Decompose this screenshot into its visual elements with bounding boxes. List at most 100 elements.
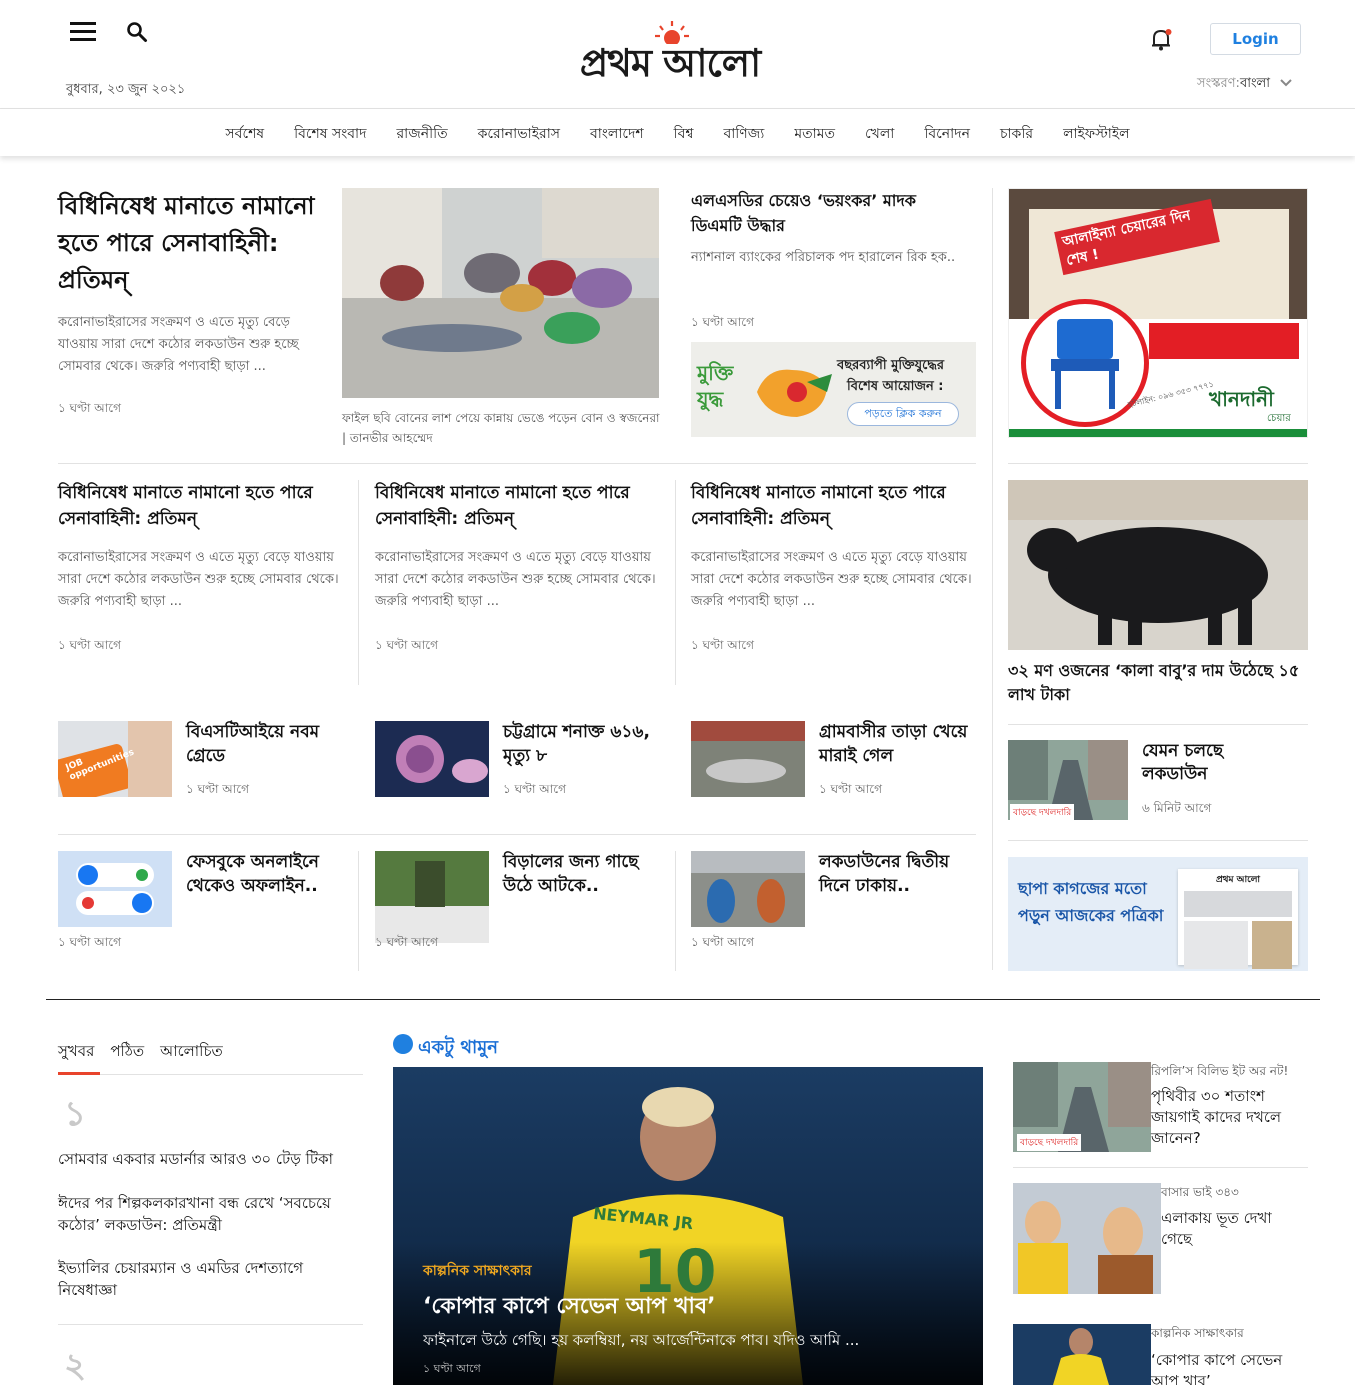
tab-alochito[interactable]: আলোচিত (160, 1040, 223, 1065)
nav-item-7[interactable]: মতামত (794, 122, 835, 146)
featured-time: ১ ঘণ্টা আগে (423, 1362, 481, 1375)
section-dot-icon (393, 1034, 413, 1054)
basar-bhai-kicker: বাসার ভাই ৩৪৩ (1161, 1185, 1239, 1199)
epaper-thumbnail: প্রথম আলো (1178, 869, 1298, 969)
story-headline[interactable]: বিএসটিআইয়ে নবম গ্রেডে (186, 720, 336, 768)
featured-card[interactable]: NEYMAR JR 10 কাল্পনিক সাক্ষাৎকার ‘কোপার … (393, 1067, 983, 1385)
story-time: ১ ঘণ্টা আগে (375, 638, 438, 652)
story-headline[interactable]: ফেসবুকে অনলাইনে থেকেও অফলাইন.. (186, 850, 336, 898)
logo-text: প্রথম আলো (579, 41, 761, 85)
ripley-headline[interactable]: পৃথিবীর ৩০ শতাংশ জায়গাই কাদের দখলে জানে… (1151, 1086, 1306, 1149)
lead-image[interactable] (342, 188, 659, 398)
active-tab-indicator (58, 1072, 100, 1075)
story-thumb[interactable] (58, 851, 172, 927)
nav-item-6[interactable]: বাণিজ্য (723, 122, 764, 146)
ripley-badge: বাড়ছে দখলদারি (1017, 1134, 1082, 1151)
neymar-kicker: কাল্পনিক সাক্ষাৎকার (1151, 1326, 1244, 1340)
chair-brand: খানদানী (1209, 387, 1274, 411)
nav-item-5[interactable]: বিশ্ব (674, 122, 694, 146)
ranked-item-1[interactable]: সোমবার একবার মডার্নার আরও ৩০ টেড় টিকা (58, 1148, 363, 1170)
story-time: ১ ঘণ্টা আগে (58, 638, 121, 652)
story-headline[interactable]: লকডাউনের দ্বিতীয় দিনে ঢাকায়.. (819, 850, 969, 898)
story-thumb[interactable] (691, 851, 805, 927)
nav-item-4[interactable]: বাংলাদেশ (590, 122, 644, 146)
neymar-headline[interactable]: ‘কোপার কাপে সেভেন আপ খাব’ (1151, 1350, 1306, 1385)
story-summary: করোনাভাইরাসের সংক্রমণ ও এতে মৃত্যু বেড়ে… (58, 550, 339, 609)
chair-graphic (1051, 319, 1119, 409)
chair-brand-sub: চেয়ার (1267, 413, 1291, 424)
epaper-masthead: প্রথম আলো (1215, 875, 1261, 885)
tab-pothito[interactable]: পঠিত (110, 1040, 144, 1065)
featured-kicker: কাল্পনিক সাক্ষাৎকার (423, 1263, 532, 1279)
basar-bhai-headline[interactable]: এলাকায় ভূত দেখা গেছে (1161, 1208, 1306, 1250)
story-time: ১ ঘণ্টা আগে (186, 782, 249, 796)
story-headline[interactable]: বিধিনিষেধ মানাতে নামানো হতে পারে সেনাবাহ… (691, 480, 971, 532)
featured-headline: ‘কোপার কাপে সেভেন আপ খাব’ (423, 1294, 716, 1319)
lead-headline[interactable]: বিধিনিষেধ মানাতে নামানো হতে পারে সেনাবাহ… (58, 188, 318, 299)
featured-summary: ফাইনালে উঠে গেছি। হয় কলম্বিয়া, নয় আর্… (423, 1331, 860, 1349)
story-time: ১ ঘণ্টা আগে (503, 782, 566, 796)
lockdown-image[interactable]: বাড়ছে দখলদারি (1008, 740, 1128, 820)
date: বুধবার, ২৩ জুন ২০২১ (66, 82, 186, 97)
nav-item-2[interactable]: রাজনীতি (396, 122, 447, 146)
muktijuddho-banner[interactable]: মুক্তি যুদ্ধ বছরব্যাপী মুক্তিযুদ্ধের বিশ… (691, 342, 976, 437)
nav-item-10[interactable]: চাকরি (1000, 122, 1033, 146)
story-thumb[interactable] (375, 721, 489, 797)
ripley-kicker: রিপলি’স বিলিভ ইট অর নট! (1151, 1064, 1289, 1078)
chair-ad[interactable]: আলাইন্যা চেয়ারের দিন শেষ ! হটলাইন: ০৯৬ … (1008, 188, 1308, 438)
story-headline[interactable]: বিড়ালের জন্য গাছে উঠে আটকে.. (503, 850, 653, 898)
basar-bhai-image[interactable] (1013, 1183, 1161, 1294)
story-summary: করোনাভাইরাসের সংক্রমণ ও এতে মৃত্যু বেড়ে… (691, 550, 972, 609)
story-headline[interactable]: গ্রামবাসীর তাড়া খেয়ে মারাই গেল (819, 720, 969, 768)
muktijuddho-read-button[interactable]: পড়তে ক্লিক করুন (847, 402, 959, 426)
story-thumb[interactable] (375, 851, 489, 943)
story-thumb[interactable] (691, 721, 805, 797)
edition-selector[interactable]: সংস্করণ:বাংলা (1197, 74, 1292, 95)
nav-item-11[interactable]: লাইফস্টাইল (1063, 122, 1130, 146)
story-headline[interactable]: চট্টগ্রামে শনাক্ত ৬১৬, মৃত্যু ৮ (503, 720, 653, 768)
tab-sukhobor[interactable]: সুখবর (58, 1040, 94, 1065)
featured-section-title[interactable]: একটু থামুন (418, 1033, 498, 1064)
bell-icon[interactable] (1150, 26, 1174, 52)
side-story-summary: ন্যাশনাল ব্যাংকের পরিচালক পদ হারালেন রিক… (691, 250, 956, 265)
side-story-headline[interactable]: এলএসডির চেয়েও ‘ভয়ংকর’ মাদক ডিএমটি উদ্ধ… (691, 188, 971, 238)
nav-item-1[interactable]: বিশেষ সংবাদ (294, 122, 366, 146)
muktijuddho-line1: বছরব্যাপী মুক্তিযুদ্ধের (837, 358, 945, 373)
lockdown-headline[interactable]: যেমন চলছে লকডাউন (1142, 740, 1282, 786)
cow-image[interactable] (1008, 480, 1308, 650)
nav-item-9[interactable]: বিনোদন (924, 122, 970, 146)
story-summary: করোনাভাইরাসের সংক্রমণ ও এতে মৃত্যু বেড়ে… (375, 550, 656, 609)
edition-label: সংস্করণ: (1197, 76, 1240, 91)
nav-item-0[interactable]: সর্বশেষ (225, 122, 264, 146)
side-story-time: ১ ঘণ্টা আগে (691, 315, 754, 329)
story-time: ১ ঘণ্টা আগে (691, 638, 754, 652)
map-graphic (757, 369, 832, 417)
epaper-text: ছাপা কাগজের মতো পড়ুন আজকের পত্রিকা (1018, 879, 1164, 925)
story-time: ১ ঘণ্টা আগে (375, 935, 438, 949)
login-button[interactable]: Login (1210, 23, 1301, 55)
nav-item-8[interactable]: খেলা (865, 122, 894, 146)
ripley-image[interactable]: বাড়ছে দখলদারি (1013, 1062, 1151, 1152)
lead-image-caption: ফাইল ছবি বোনের লাশ পেয়ে কান্নায় ভেঙে প… (342, 411, 660, 445)
main-nav: সর্বশেষ বিশেষ সংবাদ রাজনীতি করোনাভাইরাস বাংল… (0, 109, 1355, 156)
ranked-item-2[interactable]: ঈদের পর শিল্পকলকারখানা বন্ধ রেখে ‘সবচেয়… (58, 1192, 363, 1236)
story-time: ১ ঘণ্টা আগে (691, 935, 754, 949)
edition-value: বাংলা (1239, 76, 1271, 91)
ranked-tabs: সুখবর পঠিত আলোচিত (58, 1040, 223, 1065)
search-icon[interactable] (126, 21, 148, 43)
ranked-item-3[interactable]: ইভ্যালির চেয়ারম্যান ও এমডির দেশত্যাগে ন… (58, 1257, 363, 1301)
section-divider (46, 999, 1320, 1000)
chevron-down-icon (1280, 79, 1292, 87)
nav-item-3[interactable]: করোনাভাইরাস (478, 122, 560, 146)
story-headline[interactable]: বিধিনিষেধ মানাতে নামানো হতে পারে সেনাবাহ… (375, 480, 655, 532)
muktijuddho-line2: বিশেষ আয়োজন : (847, 379, 944, 394)
rank-number-2: ২ (64, 1346, 87, 1385)
epaper-promo[interactable]: ছাপা কাগজের মতো পড়ুন আজকের পত্রিকা প্রথ… (1008, 857, 1308, 971)
lockdown-time: ৬ মিনিট আগে (1142, 801, 1212, 815)
cow-headline[interactable]: ৩২ মণ ওজনের ‘কালা বাবু’র দাম উঠেছে ১৫ লা… (1008, 659, 1308, 707)
lead-time: ১ ঘণ্টা আগে (58, 401, 121, 415)
menu-icon[interactable] (70, 22, 96, 42)
story-headline[interactable]: বিধিনিষেধ মানাতে নামানো হতে পারে সেনাবাহ… (58, 480, 338, 532)
neymar-thumb[interactable] (1013, 1324, 1151, 1385)
logo[interactable]: প্রথম আলো (530, 20, 810, 90)
